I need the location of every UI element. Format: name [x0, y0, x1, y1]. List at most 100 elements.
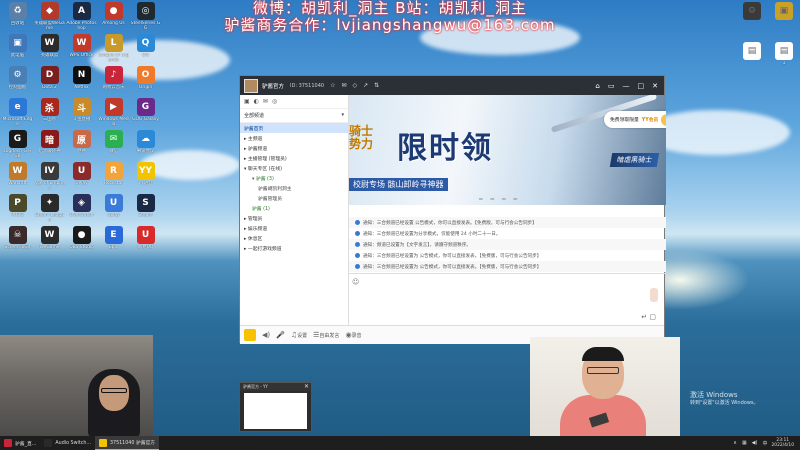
vip-promo-pill[interactable]: 免费领取限量 YY会员 [604, 111, 666, 128]
sidebar-tool-icon[interactable]: ◎ [272, 98, 277, 105]
desktop-icon-file[interactable]: ▤ 1 [768, 42, 800, 82]
channel-item[interactable]: ▸ 休息区 [240, 233, 348, 243]
desktop-icon-logitech-g-hub[interactable]: G Logitech G HUB [2, 130, 33, 162]
desktop-icon-screentogif[interactable]: ☠ ScreenToGif [2, 226, 33, 258]
desktop-icon-among-us[interactable]: ● Among Us [98, 2, 129, 34]
desktop-icon-origin[interactable]: O Origin [130, 66, 161, 98]
desktop-icon-item[interactable]: 斗斗鱼直播 [66, 98, 97, 130]
sidebar-tool-icon[interactable]: ◐ [254, 98, 259, 105]
message-input-area[interactable]: ☺ ↵ ▢ [349, 273, 666, 325]
channel-item[interactable]: ▸ 管理员 [240, 213, 348, 223]
desktop-icon-item[interactable]: 杀三国杀 [34, 98, 65, 130]
tray-icon[interactable]: ▦ [742, 440, 747, 447]
desktop-icon-steam-league[interactable]: ✦ Steam League [34, 194, 65, 226]
desktop-right-icons: ⚙ ▣ ▤ ▤ 1 [736, 2, 800, 82]
promo-banner[interactable]: 骑士 势力 限时领 校尉专场 骸山卸岭寻神器 暗虐黑骑士 ━ ━ ━ ━ 免费领… [349, 95, 666, 205]
channel-item[interactable]: ▸ 主播管理 (管理员) [240, 153, 348, 163]
desktop-icon-league-of-legends[interactable]: L League of Legends [98, 34, 129, 66]
minimize-button[interactable]: — [623, 82, 630, 90]
desktop-icon-steelseries-gg[interactable]: ◎ SteelSeries GG [130, 2, 161, 34]
channel-item[interactable]: 驴酱胡凯利洞主 [240, 183, 348, 193]
close-icon[interactable]: ✕ [304, 383, 309, 390]
desktop-icon-adobe-photoshop[interactable]: A Adobe Photoshop [66, 2, 97, 34]
voice-toolbar-item[interactable]: ◀) [262, 331, 270, 339]
desktop-icon-age-of-empires[interactable]: IV Age of Empires [34, 162, 65, 194]
channel-item[interactable]: 驴酱 (1) [240, 203, 348, 213]
voice-toolbar-item[interactable]: ◉录音 [345, 331, 361, 339]
tray-icon[interactable]: 中 [762, 440, 767, 447]
desktop-icon-pubg[interactable]: P PUBG [2, 194, 33, 226]
titlebar-tool-icon[interactable]: ☆ [330, 82, 335, 89]
voice-toolbar-item[interactable]: ♫设置 [291, 331, 307, 339]
yy-chat-window[interactable]: 驴酱官方 ID: 37511040 ☆ ✉ ◇ ↗ ⇅ ⌂ ▭ — □ ✕ ▣ ◐ ✉ ◎ 全部频道 … [239, 75, 666, 344]
channel-item[interactable]: 驴酱管理员 [240, 193, 348, 203]
desktop-icon-file[interactable]: ⚙ [736, 2, 768, 42]
banner-pager[interactable]: ━ ━ ━ ━ [479, 196, 520, 203]
send-button[interactable]: ↵ ▢ [641, 313, 656, 321]
desktop-icon-item[interactable]: ♻ 回收站 [2, 2, 33, 34]
window-titlebar[interactable]: 驴酱官方 ID: 37511040 ☆ ✉ ◇ ↗ ⇅ ⌂ ▭ — □ ✕ [240, 76, 664, 95]
desktop-icon-file[interactable]: ▣ [768, 2, 800, 42]
titlebar-tool-icon[interactable]: ◇ [353, 82, 358, 89]
desktop-icon-label [737, 61, 768, 71]
desktop-icon-item[interactable]: 原原神 [66, 130, 97, 162]
close-button[interactable]: ✕ [652, 82, 658, 90]
desktop-icon-wegame[interactable]: W WeGame [34, 226, 65, 258]
desktop-icon-steam[interactable]: S Steam [130, 194, 161, 226]
channel-item[interactable]: ▾ 聊天专区 (在线) [240, 163, 348, 173]
desktop-icon-item[interactable]: ✉ 微信 [98, 130, 129, 162]
desktop-icon-item[interactable]: ⚙ 控制面板 [2, 66, 33, 98]
voice-toolbar-item[interactable]: ☰自由发言 [313, 331, 339, 339]
channel-item[interactable]: 驴酱首页 [240, 123, 348, 133]
tray-icon[interactable]: ∧ [733, 440, 737, 447]
desktop-icon-dota-2[interactable]: D Dota 2 [34, 66, 65, 98]
desktop-icon-warcraft[interactable]: W Warcraft [2, 162, 33, 194]
desktop-icon-overwatch[interactable]: ◈ Overwatch [66, 194, 97, 226]
tray-icon[interactable]: ◀) [752, 440, 758, 447]
channel-item[interactable]: ▸ 主频道 [240, 133, 348, 143]
file-icon: ⚙ [743, 2, 761, 20]
desktop-icon-file[interactable]: ▤ [736, 42, 768, 82]
desktop-icon-wps-office[interactable]: W WPS Office [66, 34, 97, 66]
desktop-icon-uplay[interactable]: U Uplay [98, 194, 129, 226]
taskbar-preview[interactable]: 驴酱官方 - YY ✕ [239, 382, 312, 432]
desktop-icon-obs-studio[interactable]: ● OBS Studio [66, 226, 97, 258]
channel-avatar[interactable] [244, 78, 258, 93]
channel-item[interactable]: ▸ 一起打游戏频道 [240, 243, 348, 253]
desktop-icon-item[interactable]: ☁ 腾讯会议 [130, 130, 161, 162]
titlebar-tool-icon[interactable]: ⇅ [374, 82, 379, 89]
home-icon[interactable]: ⌂ [595, 82, 599, 90]
taskbar-app[interactable]: Audio Switch... [40, 436, 95, 450]
emoji-icon[interactable]: ☺ [352, 278, 359, 286]
channel-item[interactable]: ▸ 娱乐频道 [240, 223, 348, 233]
desktop-icon-windows-media[interactable]: ▶ Windows Media [98, 98, 129, 130]
maximize-button[interactable]: □ [638, 82, 645, 90]
taskbar-app[interactable]: 驴酱_直... [0, 436, 40, 450]
desktop-icon-uplay[interactable]: U UPlay [66, 162, 97, 194]
clock[interactable]: 23:11 2022/4/10 [771, 438, 794, 448]
channel-item[interactable]: ▸ 驴酱频道 [240, 143, 348, 153]
desktop-icon-gog-galaxy[interactable]: G GOG Galaxy [130, 98, 161, 130]
channel-item[interactable]: ▾ 驴酱 (3) [240, 173, 348, 183]
voice-toolbar-item[interactable]: 🎤 [276, 331, 285, 339]
desktop-icon-epic[interactable]: E Epic [98, 226, 129, 258]
desktop-icon-item[interactable]: 暗暗黑破坏神 [34, 130, 65, 162]
desktop-icon-microsoft-edge[interactable]: e Microsoft Edge [2, 98, 33, 130]
desktop-icon-item[interactable]: ♪ 网易云音乐 [98, 66, 129, 98]
desktop-icon-rockstar[interactable]: R Rockstar [98, 162, 129, 194]
desktop-icon-netflix[interactable]: N Netflix [66, 66, 97, 98]
titlebar-tool-icon[interactable]: ✉ [341, 82, 346, 89]
desktop-icon-item[interactable]: W 英雄联盟 [34, 34, 65, 66]
sidebar-tool-icon[interactable]: ▣ [244, 98, 250, 105]
titlebar-tool-icon[interactable]: ↗ [363, 82, 368, 89]
sidebar-tool-icon[interactable]: ✉ [263, 98, 268, 105]
desktop-icon-uu[interactable]: U 网易UU [130, 226, 161, 258]
desktop-icon-item[interactable]: ▣ 此电脑 [2, 34, 33, 66]
desktop-icon-wegame[interactable]: ◆ 英雄联盟WeGame [34, 2, 65, 34]
desktop-icon-yy[interactable]: YY YY语音 [130, 162, 161, 194]
taskbar-app[interactable]: 37511040 驴酱官方 [94, 436, 160, 450]
screen-icon[interactable]: ▭ [608, 82, 615, 90]
system-message: 通知：三合频道已经设置为 公告模式，你可以直接发表。【免费版，可与行会公告同步】 [349, 250, 666, 261]
channel-filter[interactable]: 全部频道 ▾ [240, 109, 348, 123]
desktop-icon-qq[interactable]: Q QQ [130, 34, 161, 66]
